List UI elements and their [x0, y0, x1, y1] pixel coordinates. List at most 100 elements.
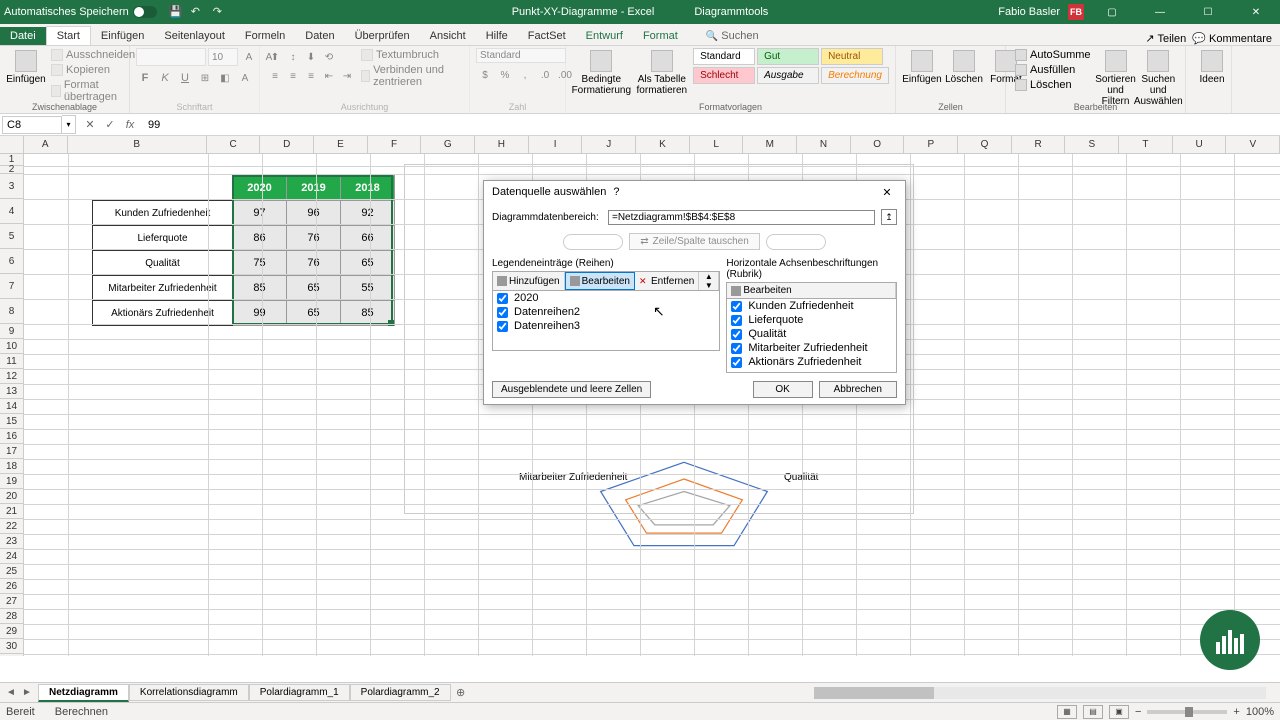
row-header[interactable]: 6 — [0, 249, 24, 274]
row-header[interactable]: 11 — [0, 354, 24, 369]
row-header[interactable]: 15 — [0, 414, 24, 429]
sheet-nav-next[interactable]: ► — [20, 687, 34, 698]
style-schlecht[interactable]: Schlecht — [693, 67, 755, 84]
currency-icon[interactable]: $ — [476, 66, 494, 84]
align-bot-icon[interactable]: ⬇ — [302, 48, 320, 66]
row-header[interactable]: 31 — [0, 654, 24, 656]
indent-dec-icon[interactable]: ⇤ — [320, 67, 338, 85]
percent-icon[interactable]: % — [496, 66, 514, 84]
move-down-icon[interactable]: ▼ — [699, 281, 718, 290]
sheet-nav-prev[interactable]: ◄ — [4, 687, 18, 698]
border-icon[interactable]: ⊞ — [196, 69, 214, 87]
view-normal-icon[interactable]: ▦ — [1057, 705, 1077, 719]
copy-button[interactable]: Kopieren — [48, 63, 138, 77]
orientation-icon[interactable]: ⟲ — [320, 48, 338, 66]
clear-button[interactable]: Löschen — [1012, 78, 1094, 92]
row-header[interactable]: 2 — [0, 166, 24, 174]
row-header[interactable]: 18 — [0, 459, 24, 474]
formula-input[interactable] — [144, 117, 1280, 133]
ok-button[interactable]: OK — [753, 381, 813, 398]
tab-file[interactable]: Datei — [0, 27, 46, 45]
user-badge[interactable]: FB — [1068, 4, 1084, 20]
col-header[interactable]: V — [1226, 136, 1280, 153]
delete-cells-button[interactable]: Löschen — [944, 48, 984, 87]
view-layout-icon[interactable]: ▤ — [1083, 705, 1103, 719]
redo-icon[interactable]: ↷ — [213, 5, 227, 19]
col-header[interactable]: U — [1173, 136, 1227, 153]
category-list[interactable]: Kunden Zufriedenheit Lieferquote Qualitä… — [726, 299, 897, 373]
row-header[interactable]: 29 — [0, 624, 24, 639]
style-ausgabe[interactable]: Ausgabe — [757, 67, 819, 84]
col-header[interactable]: F — [368, 136, 422, 153]
tab-search[interactable]: Suchen — [696, 27, 769, 45]
style-neutral[interactable]: Neutral — [821, 48, 883, 65]
align-top-icon[interactable]: ⬆ — [266, 48, 284, 66]
row-header[interactable]: 25 — [0, 564, 24, 579]
row-header[interactable]: 5 — [0, 224, 24, 249]
hidden-cells-button[interactable]: Ausgeblendete und leere Zellen — [492, 381, 651, 398]
autosave-toggle[interactable]: Automatisches Speichern — [4, 6, 157, 18]
format-painter-button[interactable]: Format übertragen — [48, 78, 138, 104]
tab-start[interactable]: Start — [46, 26, 91, 45]
row-header[interactable]: 27 — [0, 594, 24, 609]
row-header[interactable]: 16 — [0, 429, 24, 444]
row-header[interactable]: 7 — [0, 274, 24, 299]
cond-format-button[interactable]: Bedingte Formatierung — [572, 48, 631, 98]
row-header[interactable]: 20 — [0, 489, 24, 504]
row-header[interactable]: 4 — [0, 199, 24, 224]
series-list[interactable]: 2020 Datenreihen2 Datenreihen3 — [492, 291, 720, 351]
row-header[interactable]: 13 — [0, 384, 24, 399]
sheet-tab[interactable]: Netzdiagramm — [38, 684, 129, 702]
row-header[interactable]: 24 — [0, 549, 24, 564]
fill-button[interactable]: Ausfüllen — [1012, 63, 1094, 77]
sort-filter-button[interactable]: Sortieren und Filtern — [1096, 48, 1136, 109]
row-header[interactable]: 26 — [0, 579, 24, 594]
col-header[interactable]: P — [904, 136, 958, 153]
zoom-level[interactable]: 100% — [1246, 706, 1274, 718]
col-header[interactable]: O — [851, 136, 905, 153]
sheet-tab[interactable]: Polardiagramm_2 — [350, 684, 451, 701]
col-header[interactable]: M — [743, 136, 797, 153]
fx-icon[interactable]: fx — [122, 117, 138, 133]
add-sheet-icon[interactable]: ⊕ — [451, 686, 471, 699]
horizontal-scrollbar[interactable] — [800, 685, 1280, 701]
minimize-icon[interactable]: — — [1140, 0, 1180, 24]
switch-row-col-button[interactable]: Zeile/Spalte tauschen — [629, 233, 760, 250]
underline-icon[interactable]: U — [176, 69, 194, 87]
insert-cells-button[interactable]: Einfügen — [902, 48, 942, 87]
view-break-icon[interactable]: ▣ — [1109, 705, 1129, 719]
col-header[interactable]: G — [421, 136, 475, 153]
tab-view[interactable]: Ansicht — [420, 27, 476, 45]
col-header[interactable]: J — [582, 136, 636, 153]
remove-series-button[interactable]: Entfernen — [635, 272, 699, 290]
comments-button[interactable]: Kommentare — [1192, 32, 1272, 45]
row-header[interactable]: 19 — [0, 474, 24, 489]
chart-range-input[interactable] — [608, 210, 875, 225]
indent-inc-icon[interactable]: ⇥ — [338, 67, 356, 85]
tab-insert[interactable]: Einfügen — [91, 27, 154, 45]
col-header[interactable]: S — [1065, 136, 1119, 153]
select-all-corner[interactable] — [0, 136, 24, 153]
col-header[interactable]: Q — [958, 136, 1012, 153]
save-icon[interactable]: 💾 — [169, 5, 183, 19]
accept-fx-icon[interactable]: ✓ — [102, 117, 118, 133]
style-berechnung[interactable]: Berechnung — [821, 67, 889, 84]
style-gut[interactable]: Gut — [757, 48, 819, 65]
tab-design[interactable]: Entwurf — [576, 27, 633, 45]
close-icon[interactable]: ✕ — [1236, 0, 1276, 24]
col-header[interactable]: C — [207, 136, 261, 153]
cancel-fx-icon[interactable]: ✕ — [82, 117, 98, 133]
toggle-switch[interactable] — [133, 6, 157, 18]
font-color-icon[interactable]: A — [236, 69, 254, 87]
grow-font-icon[interactable]: A — [240, 48, 258, 66]
col-header[interactable]: A — [24, 136, 68, 153]
inc-dec-icon[interactable]: .0 — [536, 66, 554, 84]
name-box-dropdown[interactable]: ▾ — [62, 115, 76, 134]
row-header[interactable]: 30 — [0, 639, 24, 654]
share-button[interactable]: Teilen — [1145, 32, 1186, 45]
maximize-icon[interactable]: ☐ — [1188, 0, 1228, 24]
ideas-button[interactable]: Ideen — [1192, 48, 1232, 87]
col-header[interactable]: D — [260, 136, 314, 153]
tab-pagelayout[interactable]: Seitenlayout — [154, 27, 235, 45]
add-series-button[interactable]: Hinzufügen — [493, 272, 565, 290]
